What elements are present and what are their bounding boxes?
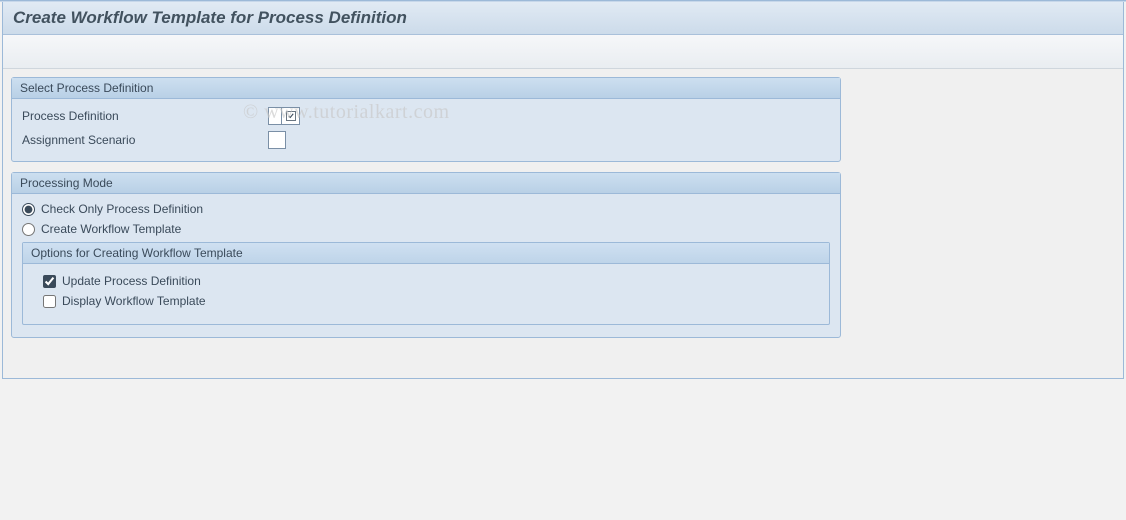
subgroup-options-creating-workflow-template: Options for Creating Workflow Template U… [22,242,830,325]
group-body-processing-mode: Check Only Process Definition Create Wor… [12,194,840,337]
checkbox-update-process-definition[interactable] [43,275,56,288]
radio-label-check-only: Check Only Process Definition [41,202,203,216]
label-assignment-scenario: Assignment Scenario [22,133,268,147]
subgroup-header-options: Options for Creating Workflow Template [23,243,829,264]
group-select-process-definition: Select Process Definition Process Defini… [11,77,841,162]
page-title: Create Workflow Template for Process Def… [13,8,1113,28]
group-header-processing-mode: Processing Mode [12,173,840,194]
checkbox-label-update-process-definition: Update Process Definition [62,274,201,288]
check-row-display-workflow-template[interactable]: Display Workflow Template [43,294,809,308]
row-assignment-scenario: Assignment Scenario [22,131,830,149]
row-process-definition: Process Definition [22,107,830,125]
input-assignment-scenario[interactable] [268,131,286,149]
radio-create-workflow-template[interactable] [22,223,35,236]
check-row-update-process-definition[interactable]: Update Process Definition [43,274,809,288]
group-header-select-process-definition: Select Process Definition [12,78,840,99]
input-wrap-process-definition [268,107,300,125]
subgroup-body-options: Update Process Definition Display Workfl… [23,264,829,324]
radio-check-only-process-definition[interactable] [22,203,35,216]
content-area: © www.tutorialkart.com Select Process De… [3,69,1123,378]
checkbox-display-workflow-template[interactable] [43,295,56,308]
group-processing-mode: Processing Mode Check Only Process Defin… [11,172,841,338]
label-process-definition: Process Definition [22,109,268,123]
f4-help-button-process-definition[interactable] [282,107,300,125]
radio-label-create-workflow-template: Create Workflow Template [41,222,181,236]
checkbox-label-display-workflow-template: Display Workflow Template [62,294,206,308]
title-bar: Create Workflow Template for Process Def… [3,2,1123,35]
radio-row-create-workflow-template[interactable]: Create Workflow Template [22,222,830,236]
search-help-icon [285,110,297,122]
group-body-select-process-definition: Process Definition Assignment Scenario [12,99,840,161]
input-process-definition[interactable] [268,107,282,125]
radio-row-check-only[interactable]: Check Only Process Definition [22,202,830,216]
application-toolbar [3,35,1123,69]
page-container: Create Workflow Template for Process Def… [2,2,1124,379]
